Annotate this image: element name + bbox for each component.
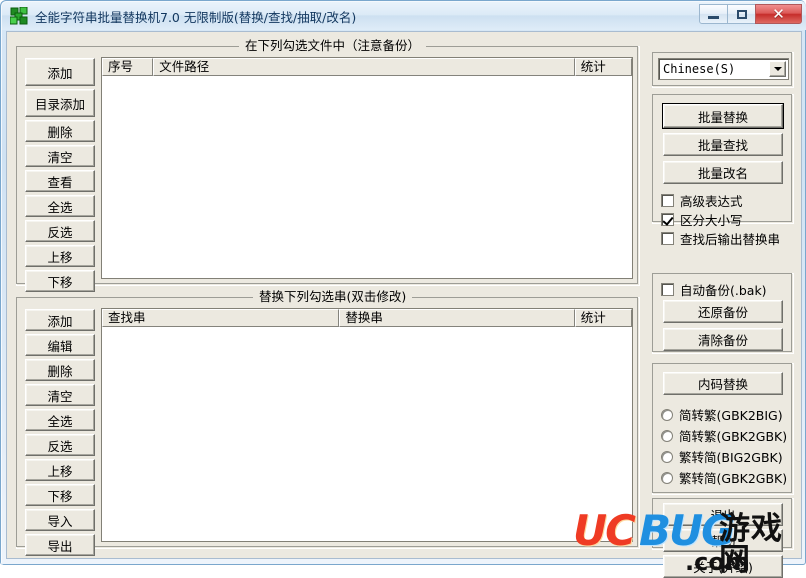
string-listview-body[interactable] [102, 327, 632, 541]
string-panel-group: 替换下列勾选串(双击修改) 添加 编辑 删除 清空 全选 反选 上移 下移 导入… [16, 290, 640, 556]
close-button[interactable]: ✕ [755, 4, 802, 24]
string-listview-header: 查找串 替换串 统计 [102, 309, 632, 327]
radio-gbk2gbk[interactable]: 简转繁(GBK2GBK) [661, 426, 787, 445]
file-listview-body[interactable] [102, 76, 632, 278]
chevron-down-icon[interactable] [769, 61, 786, 77]
string-import-button[interactable]: 导入 [25, 509, 95, 531]
window-title: 全能字符串批量替换机7.0 无限制版(替换/查找/抽取/改名) [35, 9, 357, 25]
title-bar[interactable]: 全能字符串批量替换机7.0 无限制版(替换/查找/抽取/改名) ✕ [2, 2, 806, 30]
file-delete-button[interactable]: 删除 [25, 120, 95, 142]
checkbox-icon [661, 194, 674, 207]
file-move-down-button[interactable]: 下移 [25, 270, 95, 292]
radio-icon [661, 471, 673, 484]
radio-big-gbk2gbk-label: 繁转简(GBK2GBK) [679, 471, 788, 486]
action-buttons-group: 批量替换 批量查找 批量改名 高级表达式 区分大小写 查找后输出替换串 [652, 94, 794, 247]
radio-gbk2big[interactable]: 简转繁(GBK2BIG) [661, 405, 783, 424]
string-edit-button[interactable]: 编辑 [25, 334, 95, 356]
file-panel-legend: 在下列勾选文件中（注意备份） [239, 39, 427, 53]
minimize-button[interactable] [699, 4, 728, 24]
batch-find-button[interactable]: 批量查找 [663, 133, 783, 156]
close-icon: ✕ [772, 4, 785, 23]
radio-gbk2big-label: 简转繁(GBK2BIG) [679, 408, 783, 423]
string-move-up-button[interactable]: 上移 [25, 459, 95, 481]
radio-icon [661, 408, 673, 421]
radio-big2gbk-label: 繁转简(BIG2GBK) [679, 450, 783, 465]
encoding-group: 内码替换 简转繁(GBK2BIG) 简转繁(GBK2GBK) 繁转简(BIG2G… [652, 363, 794, 495]
file-column-path[interactable]: 文件路径 [153, 58, 575, 76]
maximize-icon [736, 9, 747, 19]
language-combo-value: Chinese(S) [663, 62, 736, 76]
string-select-all-button[interactable]: 全选 [25, 409, 95, 431]
auto-backup-label: 自动备份(.bak) [680, 283, 767, 298]
batch-rename-button[interactable]: 批量改名 [663, 161, 783, 184]
minimize-icon [708, 15, 719, 19]
clear-backup-button[interactable]: 清除备份 [663, 328, 783, 351]
about-button[interactable]: 关于(介绍) [663, 555, 783, 578]
language-group: Chinese(S) [652, 52, 794, 88]
caption-buttons: ✕ [699, 4, 802, 24]
file-move-up-button[interactable]: 上移 [25, 245, 95, 267]
string-column-find[interactable]: 查找串 [102, 309, 340, 327]
string-add-button[interactable]: 添加 [25, 309, 95, 331]
case-sensitive-checkbox[interactable]: 区分大小写 [661, 210, 743, 229]
output-replacement-label: 查找后输出替换串 [680, 232, 781, 247]
checkbox-icon [661, 283, 674, 296]
string-column-count[interactable]: 统计 [574, 309, 632, 327]
string-clear-button[interactable]: 清空 [25, 384, 95, 406]
footer-buttons-group: 退出 帮助 关于(介绍) [652, 498, 794, 578]
file-select-all-button[interactable]: 全选 [25, 195, 95, 217]
file-invert-selection-button[interactable]: 反选 [25, 220, 95, 242]
case-sensitive-label: 区分大小写 [680, 213, 743, 228]
batch-replace-button[interactable]: 批量替换 [662, 103, 784, 129]
string-export-button[interactable]: 导出 [25, 534, 95, 556]
string-listview[interactable]: 查找串 替换串 统计 [101, 308, 633, 542]
output-replacement-checkbox[interactable]: 查找后输出替换串 [661, 229, 780, 248]
advanced-expression-checkbox[interactable]: 高级表达式 [661, 191, 743, 210]
radio-big2gbk[interactable]: 繁转简(BIG2GBK) [661, 447, 783, 466]
file-column-count[interactable]: 统计 [574, 58, 632, 76]
application-window: 全能字符串批量替换机7.0 无限制版(替换/查找/抽取/改名) ✕ 在下列勾选文… [0, 0, 806, 578]
string-panel-legend: 替换下列勾选串(双击修改) [253, 290, 413, 304]
auto-backup-checkbox[interactable]: 自动备份(.bak) [661, 280, 767, 299]
file-view-button[interactable]: 查看 [25, 170, 95, 192]
radio-big-gbk2gbk[interactable]: 繁转简(GBK2GBK) [661, 468, 787, 487]
help-button[interactable]: 帮助 [663, 529, 783, 552]
radio-icon [661, 450, 673, 463]
client-area: 在下列勾选文件中（注意备份） 添加 目录添加 删除 清空 查看 全选 反选 上移… [6, 31, 802, 578]
app-blocks-icon [9, 6, 28, 25]
string-column-replace[interactable]: 替换串 [339, 309, 575, 327]
advanced-expression-label: 高级表达式 [680, 194, 743, 209]
client-background: 在下列勾选文件中（注意备份） 添加 目录添加 删除 清空 查看 全选 反选 上移… [7, 32, 801, 578]
file-listview[interactable]: 序号 文件路径 统计 [101, 57, 633, 279]
encoding-replace-button[interactable]: 内码替换 [663, 372, 783, 395]
file-listview-header: 序号 文件路径 统计 [102, 58, 632, 76]
string-invert-selection-button[interactable]: 反选 [25, 434, 95, 456]
checkbox-checked-icon [661, 213, 674, 226]
string-move-down-button[interactable]: 下移 [25, 484, 95, 506]
file-column-index[interactable]: 序号 [102, 58, 154, 76]
string-delete-button[interactable]: 删除 [25, 359, 95, 381]
backup-group: 自动备份(.bak) 还原备份 清除备份 [652, 273, 794, 354]
radio-gbk2gbk-label: 简转繁(GBK2GBK) [679, 429, 788, 444]
file-add-directory-button[interactable]: 目录添加 [25, 89, 95, 117]
exit-button[interactable]: 退出 [663, 503, 783, 526]
language-combo[interactable]: Chinese(S) [658, 58, 789, 80]
file-panel-group: 在下列勾选文件中（注意备份） 添加 目录添加 删除 清空 查看 全选 反选 上移… [16, 39, 640, 292]
maximize-button[interactable] [727, 4, 756, 24]
restore-backup-button[interactable]: 还原备份 [663, 300, 783, 323]
radio-icon [661, 429, 673, 442]
checkbox-icon [661, 232, 674, 245]
file-clear-button[interactable]: 清空 [25, 145, 95, 167]
file-add-button[interactable]: 添加 [25, 58, 95, 86]
